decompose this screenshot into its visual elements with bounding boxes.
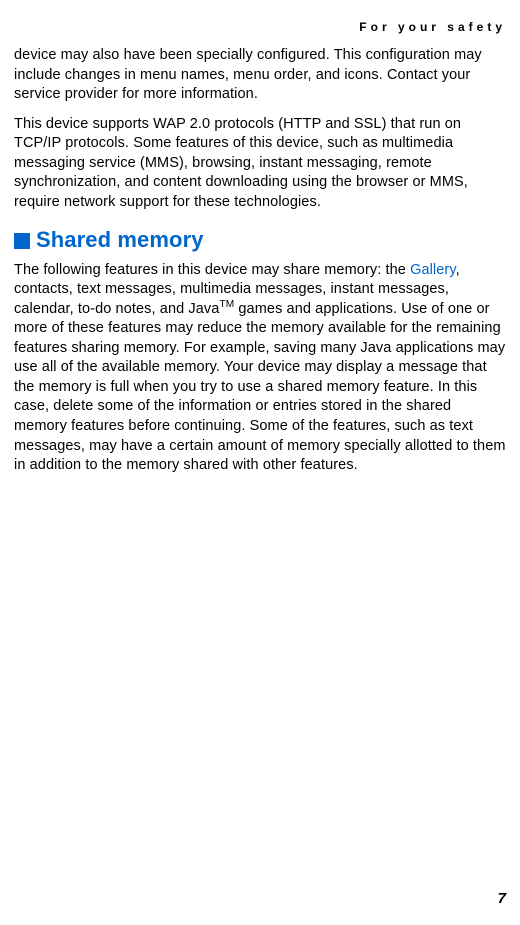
- header-title: For your safety: [359, 20, 506, 34]
- section-title: Shared memory: [36, 227, 204, 253]
- section-heading: Shared memory: [14, 227, 506, 253]
- section-bullet-icon: [14, 233, 30, 249]
- gallery-link[interactable]: Gallery: [410, 262, 456, 278]
- body-paragraph-1: device may also have been specially conf…: [14, 46, 506, 105]
- body-paragraph-2: This device supports WAP 2.0 protocols (…: [14, 115, 506, 213]
- page-header: For your safety: [14, 0, 506, 46]
- trademark-symbol: TM: [219, 299, 234, 310]
- section-body-part3: games and applications. Use of one or mo…: [14, 301, 506, 474]
- section-body-part1: The following features in this device ma…: [14, 262, 410, 278]
- section-body: The following features in this device ma…: [14, 261, 506, 476]
- page-number: 7: [498, 890, 506, 907]
